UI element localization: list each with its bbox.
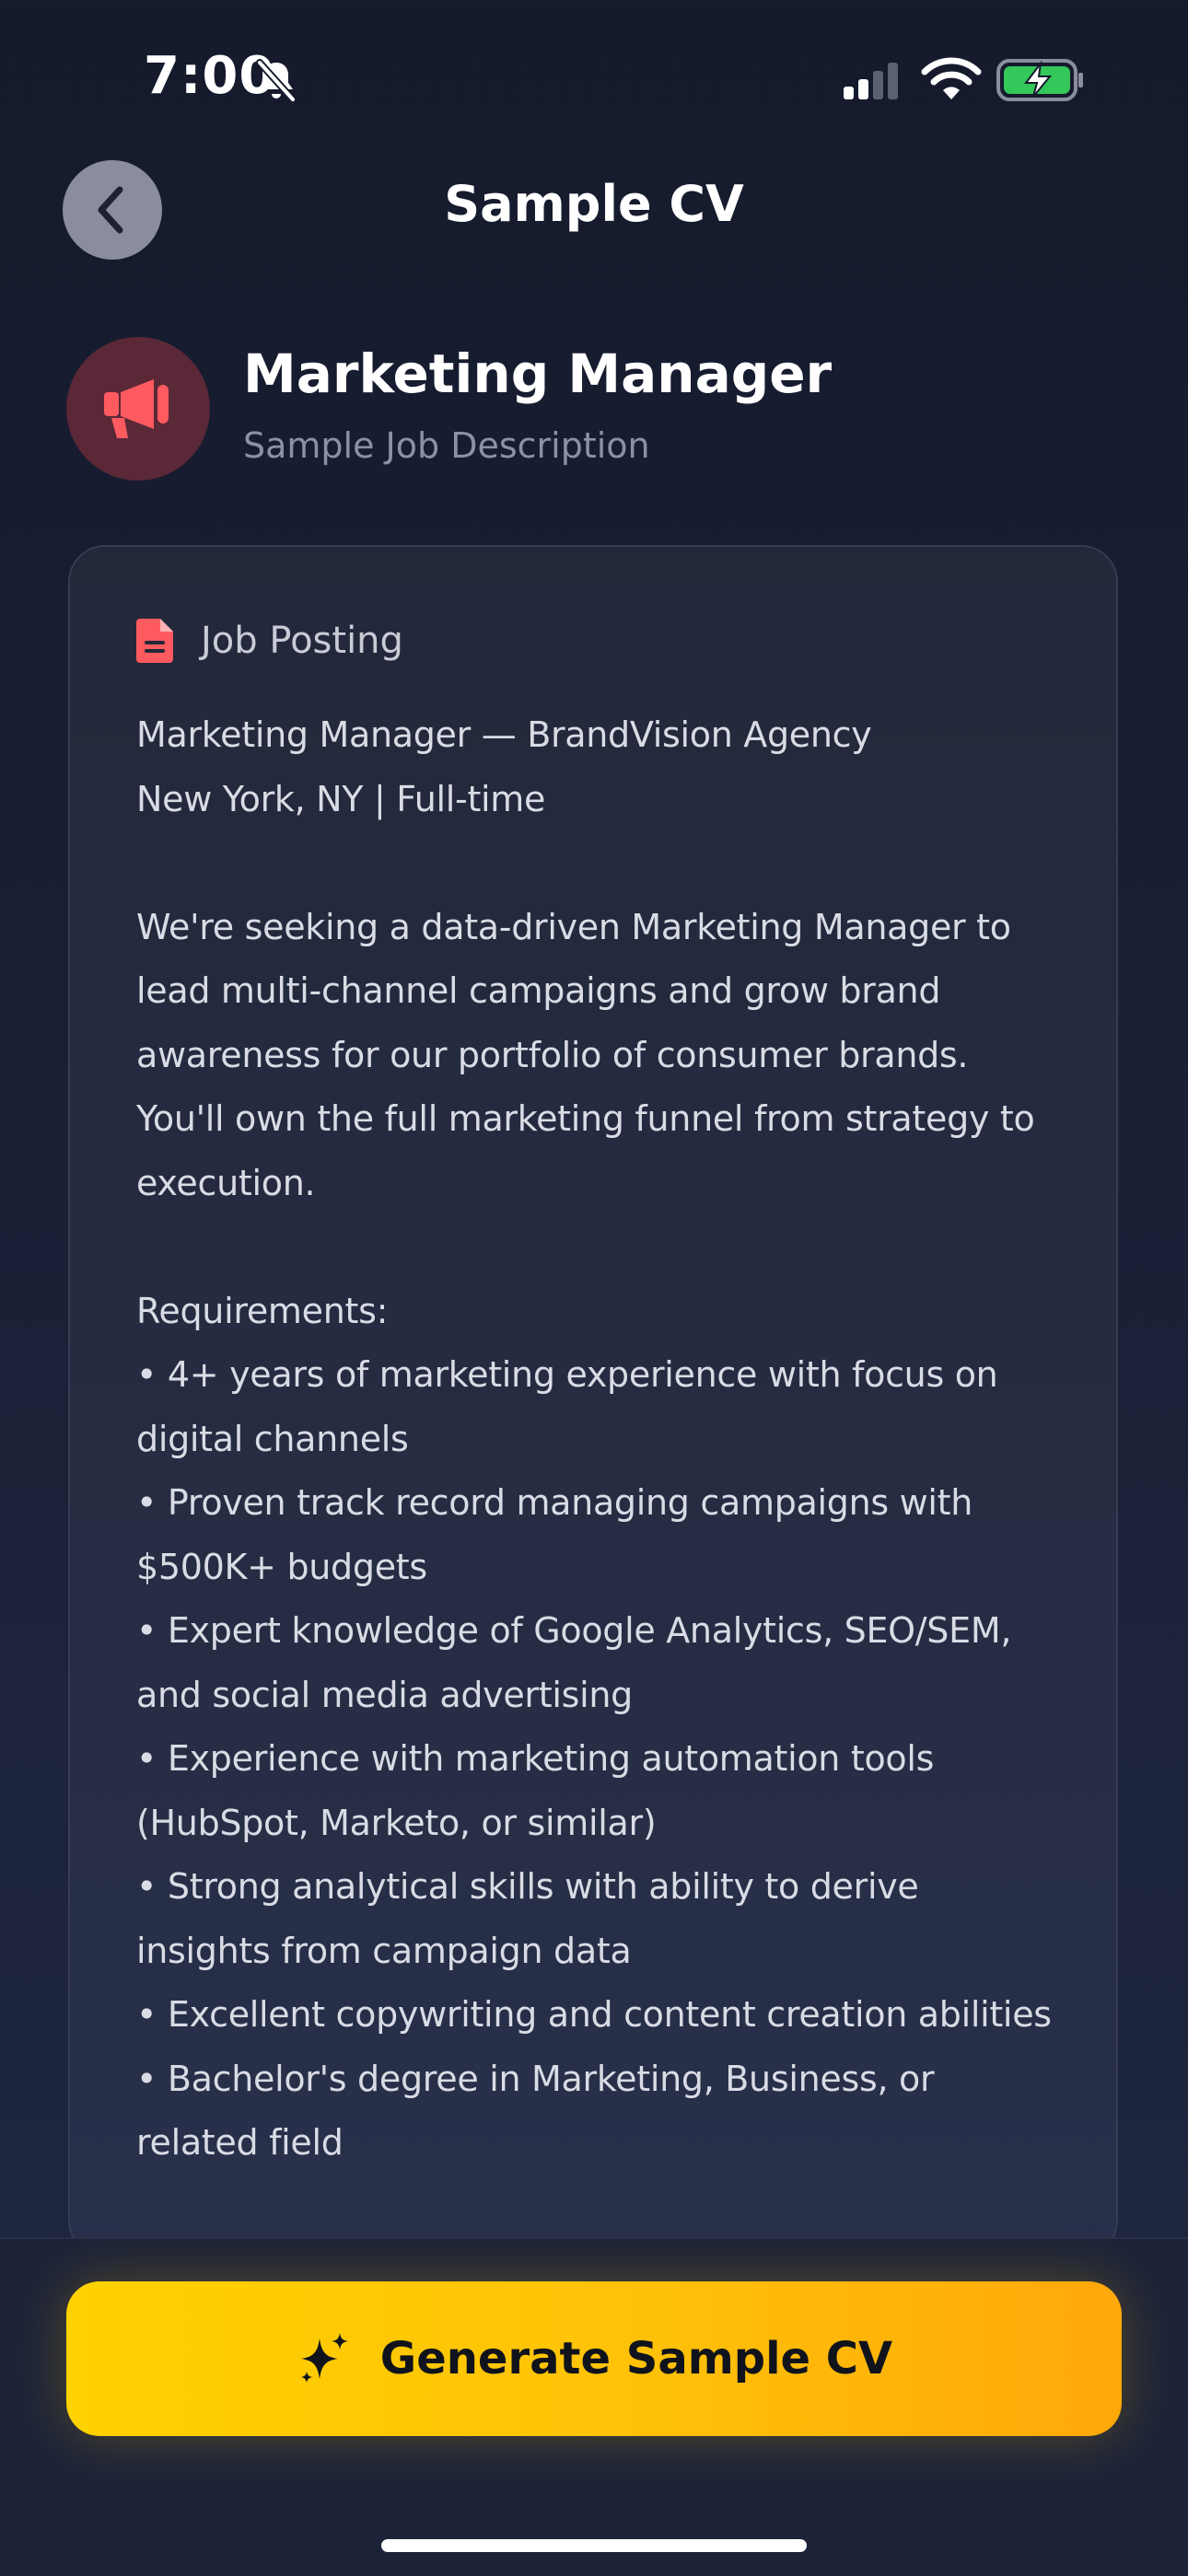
battery-charging-icon bbox=[996, 59, 1083, 101]
status-bar: 7:00 bbox=[0, 0, 1188, 157]
wifi-icon bbox=[921, 57, 982, 99]
job-posting-text: Marketing Manager — BrandVision Agency N… bbox=[136, 714, 1052, 2163]
megaphone-icon bbox=[104, 379, 169, 438]
document-icon bbox=[136, 619, 173, 663]
cellular-signal-icon bbox=[844, 63, 898, 99]
job-subtitle: Sample Job Description bbox=[243, 425, 650, 466]
sparkles-icon bbox=[300, 2333, 348, 2383]
page-title: Sample CV bbox=[444, 175, 744, 233]
home-indicator[interactable] bbox=[381, 2539, 807, 2552]
card-header-label: Job Posting bbox=[201, 620, 403, 662]
job-posting-card: Job Posting Marketing Manager — BrandVis… bbox=[68, 545, 1118, 2257]
card-header: Job Posting bbox=[136, 619, 403, 663]
generate-sample-cv-button[interactable]: Generate Sample CV bbox=[66, 2281, 1122, 2436]
bell-slash-icon bbox=[256, 59, 297, 103]
job-icon-badge bbox=[66, 337, 210, 481]
generate-button-label: Generate Sample CV bbox=[379, 2333, 893, 2385]
job-title: Marketing Manager bbox=[243, 342, 833, 405]
